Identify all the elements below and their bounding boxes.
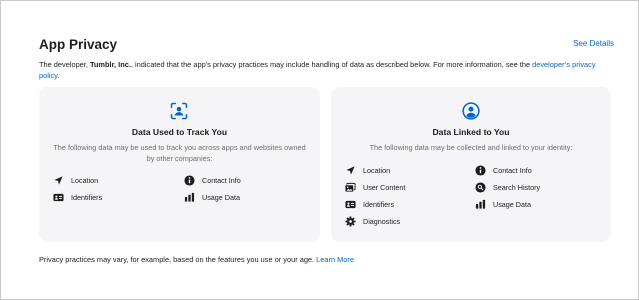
search-circle-icon [475, 181, 486, 193]
linked-item-contact-info: Contact Info [475, 164, 532, 176]
linked-item-label: Diagnostics [363, 216, 401, 226]
tracking-icon [170, 102, 188, 120]
location-arrow-icon [346, 165, 355, 175]
description-end: . [57, 71, 60, 80]
linked-item-label: Search History [493, 182, 541, 192]
section-title: App Privacy [39, 37, 118, 52]
track-card-subtitle: The following data may be used to track … [53, 143, 306, 163]
description-text: , indicated that the app’s privacy pract… [130, 60, 533, 69]
id-card-icon [53, 193, 64, 201]
person-circle-icon [462, 102, 480, 120]
linked-item-label: Identifiers [363, 199, 395, 209]
linked-item-usage-data: Usage Data [475, 198, 531, 210]
developer-name: Tumblr, Inc. [89, 60, 131, 69]
see-details-link[interactable]: See Details [573, 39, 614, 48]
track-item-label: Usage Data [202, 192, 240, 202]
photo-stack-icon [345, 182, 356, 192]
learn-more-link[interactable]: Learn More [316, 255, 354, 264]
privacy-description: The developer, Tumblr, Inc., indicated t… [39, 59, 614, 81]
track-item-label: Location [71, 175, 99, 185]
linked-item-location: Location [345, 164, 390, 176]
track-item-label: Identifiers [71, 192, 103, 202]
track-item-usage-data: Usage Data [184, 191, 240, 203]
linked-item-label: Location [363, 165, 391, 175]
bar-chart-icon [475, 199, 486, 209]
track-item-location: Location [53, 174, 98, 186]
section-header: App Privacy See Details [39, 37, 614, 53]
location-arrow-icon [54, 175, 63, 185]
info-circle-icon [475, 164, 486, 176]
linked-item-user-content: User Content [345, 181, 405, 193]
linked-item-search-history: Search History [475, 181, 540, 193]
info-circle-icon [184, 174, 195, 186]
linked-card-subtitle: The following data may be collected and … [369, 143, 573, 152]
linked-card: Data Linked to You The following data ma… [331, 87, 611, 242]
footer-text: Privacy practices may vary, for example,… [39, 255, 317, 264]
track-card-title: Data Used to Track You [131, 127, 228, 137]
linked-item-identifiers: Identifiers [345, 198, 394, 210]
track-item-identifiers: Identifiers [53, 191, 102, 203]
track-item-label: Contact Info [202, 175, 241, 185]
track-card: Data Used to Track You The following dat… [39, 87, 320, 242]
gear-icon [345, 215, 356, 227]
bar-chart-icon [184, 192, 195, 202]
linked-item-label: User Content [363, 182, 406, 192]
linked-item-diagnostics: Diagnostics [345, 215, 400, 227]
linked-item-label: Usage Data [493, 199, 531, 209]
linked-item-label: Contact Info [493, 165, 532, 175]
privacy-footer: Privacy practices may vary, for example,… [39, 255, 354, 264]
track-item-contact-info: Contact Info [184, 174, 241, 186]
linked-card-title: Data Linked to You [432, 127, 510, 137]
app-privacy-panel: App Privacy See Details The developer, T… [0, 0, 639, 300]
description-prefix: The developer, [39, 60, 90, 69]
id-card-icon [345, 200, 356, 208]
